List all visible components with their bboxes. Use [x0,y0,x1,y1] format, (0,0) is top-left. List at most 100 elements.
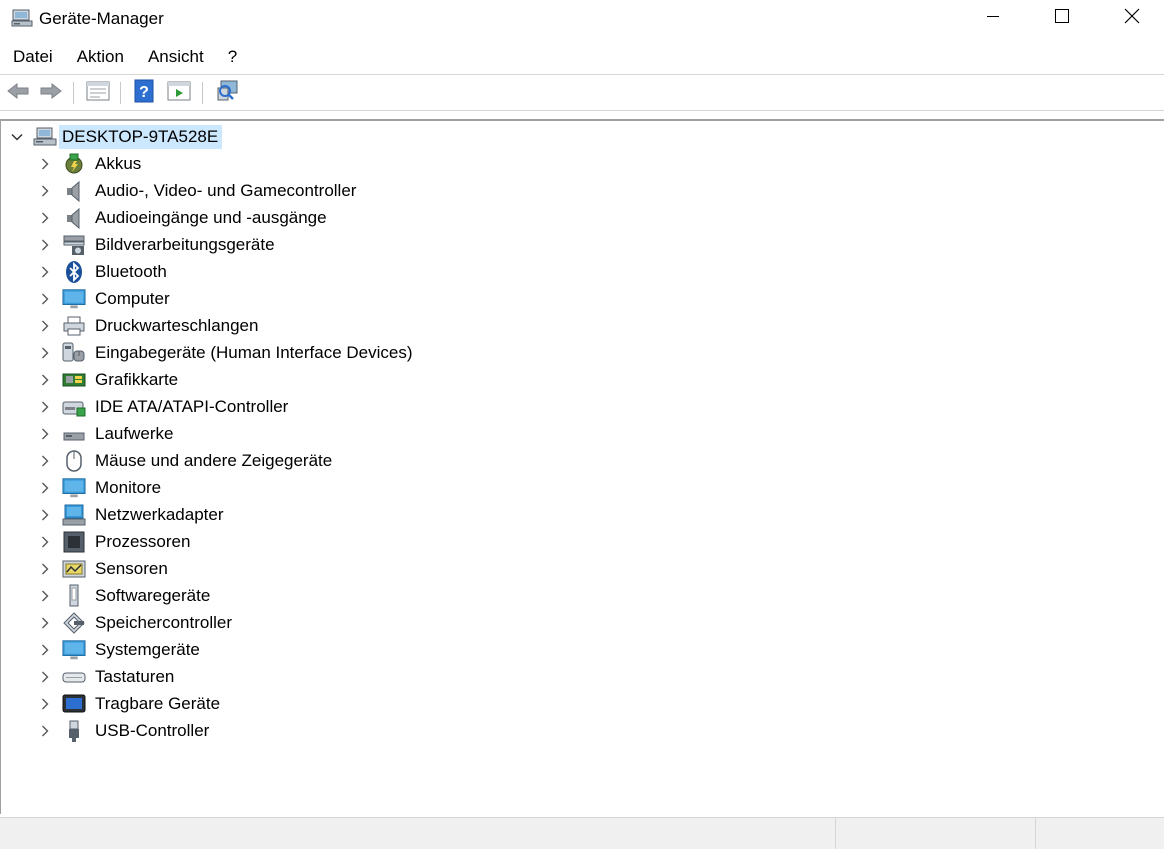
software-device-icon [62,584,86,608]
processor-icon [62,530,86,554]
tree-item[interactable]: Bildverarbeitungsgeräte [38,231,275,258]
chevron-right-icon[interactable] [38,292,52,306]
toolbar-separator [73,82,74,104]
device-manager-icon [10,6,34,30]
sensor-icon [62,557,86,581]
tree-item[interactable]: Speichercontroller [38,609,232,636]
chevron-right-icon[interactable] [38,373,52,387]
minimize-button[interactable] [958,0,1028,36]
computer-tower-icon [33,125,57,149]
chevron-right-icon[interactable] [38,346,52,360]
chevron-right-icon[interactable] [38,481,52,495]
monitor-icon [62,287,86,311]
tree-item[interactable]: Akkus [38,150,141,177]
tree-item[interactable]: Laufwerke [38,420,173,447]
tree-item[interactable]: Sensoren [38,555,168,582]
network-adapter-icon [62,503,86,527]
tree-item[interactable]: Systemgeräte [38,636,200,663]
chevron-right-icon[interactable] [38,697,52,711]
chevron-right-icon[interactable] [38,616,52,630]
chevron-right-icon[interactable] [38,454,52,468]
tree-item[interactable]: IDE ATA/ATAPI-Controller [38,393,288,420]
scan-hardware-icon [215,79,239,108]
status-pane [1035,818,1164,849]
menu-aktion[interactable]: Aktion [65,40,136,74]
chevron-right-icon[interactable] [38,400,52,414]
hid-icon [62,341,86,365]
chevron-right-icon[interactable] [38,211,52,225]
toolbar: ? [0,76,1164,110]
tree-item-label: Tragbare Geräte [95,693,221,713]
tree-item[interactable]: Audioeingänge und -ausgänge [38,204,327,231]
chevron-right-icon[interactable] [38,265,52,279]
help-button[interactable]: ? [131,79,157,108]
help-icon: ? [133,79,155,108]
tree-item-label: Akkus [95,153,142,173]
minimize-icon [986,8,1000,28]
tree-item[interactable]: Softwaregeräte [38,582,210,609]
chevron-right-icon[interactable] [38,319,52,333]
tree-item-label: Bildverarbeitungsgeräte [95,234,275,254]
toolbar-separator [202,82,203,104]
chevron-right-icon[interactable] [38,157,52,171]
tree-item[interactable]: Netzwerkadapter [38,501,224,528]
tree-item[interactable]: Druckwarteschlangen [38,312,258,339]
tree-item-label: Audio-, Video- und Gamecontroller [95,180,357,200]
properties-icon [86,80,110,107]
tree-item[interactable]: Monitore [38,474,161,501]
tree-item-label: Monitore [95,477,162,497]
tree-item[interactable]: Bluetooth [38,258,167,285]
chevron-right-icon[interactable] [38,508,52,522]
tree-item[interactable]: Computer [38,285,170,312]
chevron-right-icon[interactable] [38,589,52,603]
back-button[interactable] [5,80,31,106]
portable-device-icon [62,692,86,716]
window-title: Geräte-Manager [39,9,164,28]
tree-item-label: Audioeingänge und -ausgänge [95,207,327,227]
menu-help[interactable]: ? [216,40,249,74]
chevron-right-icon[interactable] [38,562,52,576]
menu-ansicht[interactable]: Ansicht [136,40,216,74]
update-driver-icon [167,80,191,107]
tree-item[interactable]: Audio-, Video- und Gamecontroller [38,177,356,204]
chevron-right-icon[interactable] [38,535,52,549]
chevron-right-icon[interactable] [38,427,52,441]
speaker-icon [62,179,86,203]
tree-item[interactable]: USB-Controller [38,717,209,744]
chevron-right-icon[interactable] [38,724,52,738]
tree-item[interactable]: Tastaturen [38,663,174,690]
arrow-right-icon [39,81,63,106]
tree-root[interactable]: DESKTOP-9TA528E [10,123,223,150]
tree-item[interactable]: Tragbare Geräte [38,690,220,717]
menu-datei[interactable]: Datei [0,40,65,74]
tree-item-label: Computer [95,288,170,308]
tree-item-label: Tastaturen [95,666,175,686]
close-button[interactable] [1097,0,1164,36]
tree-item[interactable]: Grafikkarte [38,366,178,393]
speaker-icon [62,206,86,230]
tree-item[interactable]: Eingabegeräte (Human Interface Devices) [38,339,413,366]
properties-button[interactable] [85,80,111,106]
storage-controller-icon [62,611,86,635]
graphics-card-icon [62,368,86,392]
ide-controller-icon [62,395,86,419]
tree-item-label: Netzwerkadapter [95,504,224,524]
tree-item[interactable]: Prozessoren [38,528,190,555]
status-bar [0,817,1164,849]
chevron-right-icon[interactable] [38,670,52,684]
chevron-right-icon[interactable] [38,184,52,198]
camera-icon [62,233,86,257]
tree-item-label: Laufwerke [95,423,174,443]
forward-button[interactable] [38,80,64,106]
toolbar-separator-line [0,110,1164,111]
tree-item-label: Speichercontroller [95,612,233,632]
chevron-down-icon[interactable] [10,130,24,144]
scan-hardware-button[interactable] [214,80,240,106]
tree-item[interactable]: Mäuse und andere Zeigegeräte [38,447,332,474]
chevron-right-icon[interactable] [38,643,52,657]
tree-item-label: Sensoren [95,558,168,578]
tree-item-label: Bluetooth [95,261,167,281]
maximize-button[interactable] [1027,0,1097,36]
chevron-right-icon[interactable] [38,238,52,252]
update-driver-button[interactable] [166,80,192,106]
